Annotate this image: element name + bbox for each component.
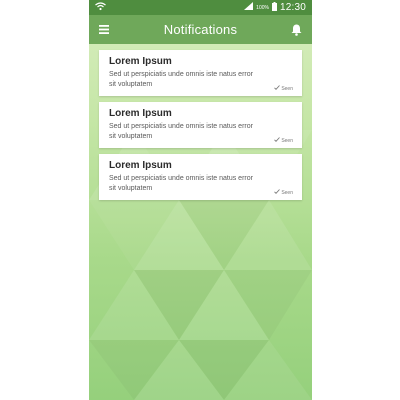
notification-card[interactable]: Lorem Ipsum Sed ut perspiciatis unde omn…	[99, 50, 302, 96]
notification-title: Lorem Ipsum	[109, 160, 172, 171]
check-icon	[274, 137, 281, 144]
phone-screen: 100% 12:30 Notifications Lorem Ipsum Sed…	[89, 0, 312, 400]
seen-label: Seen	[281, 137, 293, 144]
notification-body: Sed ut perspiciatis unde omnis iste natu…	[109, 123, 253, 140]
menu-icon[interactable]	[95, 21, 113, 39]
app-bar: Notifications	[89, 15, 312, 44]
battery-icon	[271, 1, 277, 14]
battery-percent: 100%	[256, 4, 269, 11]
notification-card[interactable]: Lorem Ipsum Sed ut perspiciatis unde omn…	[99, 102, 302, 148]
seen-status: Seen	[274, 189, 293, 196]
check-icon	[274, 189, 281, 196]
notification-list: Lorem Ipsum Sed ut perspiciatis unde omn…	[99, 50, 302, 206]
notification-title: Lorem Ipsum	[109, 56, 172, 67]
signal-icon	[244, 2, 254, 13]
notification-title: Lorem Ipsum	[109, 108, 172, 119]
seen-status: Seen	[274, 85, 293, 92]
seen-label: Seen	[281, 189, 293, 196]
bell-icon[interactable]	[288, 21, 306, 39]
wifi-icon	[95, 1, 106, 14]
clock: 12:30	[279, 2, 306, 13]
seen-label: Seen	[281, 85, 293, 92]
notification-body: Sed ut perspiciatis unde omnis iste natu…	[109, 175, 253, 192]
notification-body: Sed ut perspiciatis unde omnis iste natu…	[109, 71, 253, 88]
status-bar: 100% 12:30	[89, 0, 312, 15]
check-icon	[274, 85, 281, 92]
notification-card[interactable]: Lorem Ipsum Sed ut perspiciatis unde omn…	[99, 154, 302, 200]
page-title: Notifications	[163, 22, 238, 37]
seen-status: Seen	[274, 137, 293, 144]
